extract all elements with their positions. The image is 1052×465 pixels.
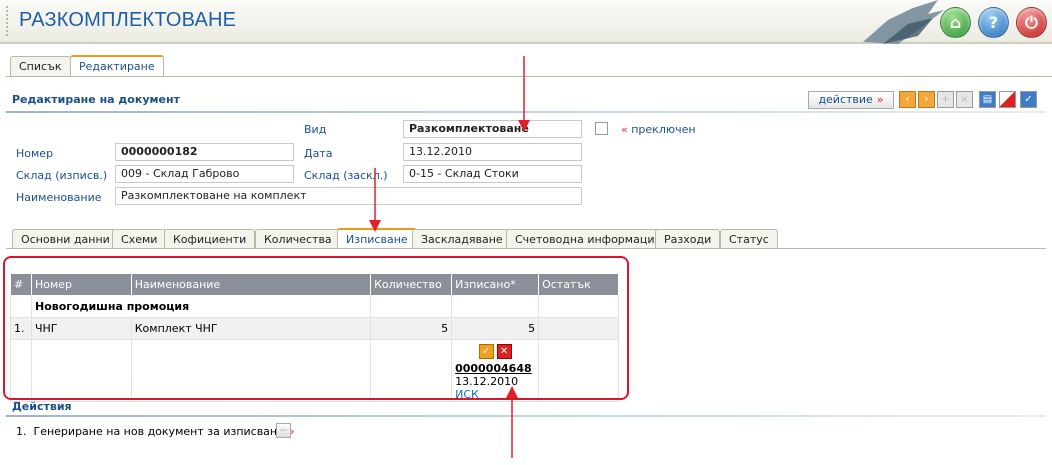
section-divider — [6, 111, 1046, 113]
switched-text: преключен — [631, 123, 696, 136]
tab-expenses[interactable]: Разходи — [655, 229, 721, 249]
action-button[interactable]: действие» — [808, 91, 894, 109]
action-index: 1. — [16, 425, 27, 438]
data-label: Дата — [304, 147, 333, 160]
vid-field[interactable]: Разкомплектоване — [403, 120, 582, 138]
nomer-label: Номер — [16, 147, 54, 160]
action-arrow: » — [876, 93, 884, 106]
tab-quantities[interactable]: Количества — [255, 229, 341, 249]
sklad-in-label: Склад (заскл.) — [304, 169, 388, 182]
action-item[interactable]: 1. Генериране на нов документ за изписва… — [16, 425, 295, 438]
tab-list[interactable]: Списък — [10, 56, 71, 77]
power-icon[interactable]: ⏻ — [1016, 7, 1047, 38]
confirm-icon[interactable]: ✓ — [1020, 91, 1037, 108]
home-icon[interactable]: ⌂ — [940, 7, 971, 38]
tab-edit[interactable]: Редактиране — [70, 55, 164, 77]
tab-status[interactable]: Статус — [720, 229, 778, 249]
add-icon[interactable]: + — [937, 91, 954, 108]
name-field[interactable]: Разкомплектоване на комплект — [115, 187, 582, 205]
section-title: Редактиране на документ — [12, 93, 180, 106]
nomer-field[interactable]: 0000000182 — [115, 143, 294, 161]
inner-tabs-divider — [6, 248, 1046, 249]
tab-coefficients[interactable]: Кофициенти — [164, 229, 256, 249]
bird-logo-icon — [863, 0, 944, 44]
generate-icon[interactable]: ··· — [276, 423, 291, 438]
tab-write-off[interactable]: Изписване — [337, 228, 417, 249]
action-button-label: действие — [818, 93, 873, 106]
switched-prefix: « — [621, 123, 628, 136]
name-label: Наименование — [16, 191, 102, 204]
print-icon[interactable]: ▤ — [979, 91, 996, 108]
highlight-box — [3, 256, 629, 400]
page-title: РАЗКОМПЛЕКТОВАНЕ — [19, 9, 237, 31]
switched-checkbox[interactable] — [595, 122, 608, 135]
flag-icon[interactable] — [999, 91, 1016, 108]
next-icon[interactable]: › — [918, 91, 935, 108]
date-field[interactable]: 13.12.2010 — [403, 143, 582, 161]
sklad-in-field[interactable]: 0-15 - Склад Стоки — [403, 165, 582, 183]
switched-label: « преключен — [621, 123, 696, 136]
sklad-out-field[interactable]: 009 - Склад Габрово — [115, 165, 294, 183]
actions-divider — [6, 415, 1046, 417]
sklad-out-label: Склад (изписв.) — [16, 169, 108, 182]
delete-icon[interactable]: × — [956, 91, 973, 108]
tab-accounting[interactable]: Счетоводна информация — [506, 229, 671, 249]
tab-basic-data[interactable]: Основни данни — [12, 229, 119, 249]
tab-storage[interactable]: Заскладяване — [412, 229, 512, 249]
actions-title: Действия — [12, 400, 72, 413]
header-grip — [6, 6, 8, 36]
help-icon[interactable]: ? — [978, 7, 1009, 38]
tabs-divider — [6, 76, 1052, 77]
action-label: Генериране на нов документ за изписване — [33, 425, 284, 438]
prev-icon[interactable]: ‹ — [899, 91, 916, 108]
vid-label: Вид — [304, 123, 327, 136]
tab-schemes[interactable]: Схеми — [112, 229, 167, 249]
